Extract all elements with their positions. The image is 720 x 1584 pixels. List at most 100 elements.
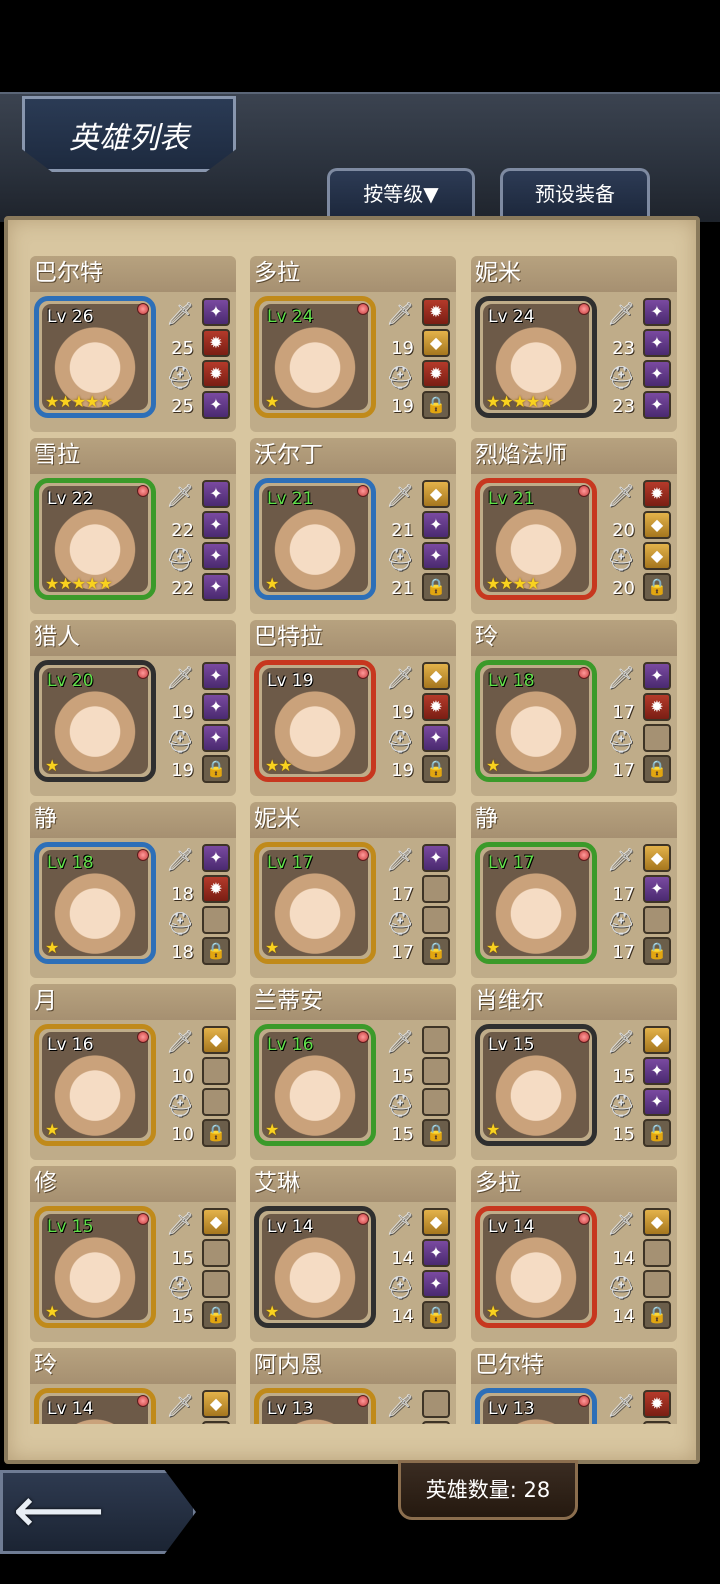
hero-portrait[interactable]: Lv 15 ★ xyxy=(34,1206,156,1328)
empty-equipment-slot[interactable] xyxy=(422,1421,450,1424)
equipment-slot[interactable]: ✹ xyxy=(202,875,230,903)
equipment-slot[interactable]: ✦ xyxy=(422,1270,450,1298)
empty-equipment-slot[interactable] xyxy=(202,1270,230,1298)
empty-equipment-slot[interactable] xyxy=(643,1270,671,1298)
hero-portrait[interactable]: Lv 14 ★ xyxy=(254,1206,376,1328)
hero-card[interactable]: 妮米 Lv 17 ★ 🗡 17 ⛑ 17 ✦ 🔒 xyxy=(250,802,456,978)
hero-portrait[interactable]: Lv 15 ★ xyxy=(475,1024,597,1146)
lock-icon[interactable]: 🔒 xyxy=(643,1119,671,1147)
hero-portrait[interactable]: Lv 18 ★ xyxy=(34,842,156,964)
empty-equipment-slot[interactable] xyxy=(422,1057,450,1085)
empty-equipment-slot[interactable] xyxy=(422,906,450,934)
sort-by-level-button[interactable]: 按等级▼ xyxy=(327,168,475,218)
hero-portrait[interactable]: Lv 16 ★ xyxy=(34,1024,156,1146)
empty-equipment-slot[interactable] xyxy=(202,1057,230,1085)
equipment-slot[interactable]: ✹ xyxy=(202,329,230,357)
equipment-slot[interactable]: ◆ xyxy=(202,1390,230,1418)
preset-equipment-button[interactable]: 预设装备 xyxy=(500,168,650,218)
hero-card[interactable]: 巴特拉 Lv 19 ★★ 🗡 19 ⛑ 19 ◆ ✹ ✦ 🔒 xyxy=(250,620,456,796)
equipment-slot[interactable]: ✦ xyxy=(422,844,450,872)
lock-icon[interactable]: 🔒 xyxy=(202,937,230,965)
empty-equipment-slot[interactable] xyxy=(202,906,230,934)
equipment-slot[interactable]: ✦ xyxy=(422,1239,450,1267)
lock-icon[interactable]: 🔒 xyxy=(422,1119,450,1147)
empty-equipment-slot[interactable] xyxy=(422,875,450,903)
hero-card[interactable]: 玲 Lv 14 🗡⛑◆ xyxy=(30,1348,236,1424)
equipment-slot[interactable]: ◆ xyxy=(422,1208,450,1236)
hero-portrait[interactable]: Lv 14 ★ xyxy=(475,1206,597,1328)
back-button[interactable]: ⟵ xyxy=(0,1470,196,1554)
equipment-slot[interactable]: ✦ xyxy=(422,724,450,752)
lock-icon[interactable]: 🔒 xyxy=(643,937,671,965)
equipment-slot[interactable]: ✹ xyxy=(643,1390,671,1418)
hero-card[interactable]: 艾琳 Lv 14 ★ 🗡 14 ⛑ 14 ◆ ✦ ✦ 🔒 xyxy=(250,1166,456,1342)
equipment-slot[interactable]: ✦ xyxy=(202,724,230,752)
equipment-slot[interactable]: ✹ xyxy=(202,360,230,388)
lock-icon[interactable]: 🔒 xyxy=(422,573,450,601)
lock-icon[interactable]: 🔒 xyxy=(643,755,671,783)
empty-equipment-slot[interactable] xyxy=(643,1239,671,1267)
hero-card[interactable]: 玲 Lv 18 ★ 🗡 17 ⛑ 17 ✦ ✹ 🔒 xyxy=(471,620,677,796)
hero-card[interactable]: 阿内恩 Lv 13 🗡⛑ xyxy=(250,1348,456,1424)
hero-card[interactable]: 兰蒂安 Lv 16 ★ 🗡 15 ⛑ 15 🔒 xyxy=(250,984,456,1160)
hero-portrait[interactable]: Lv 24 ★ xyxy=(254,296,376,418)
equipment-slot[interactable]: ✦ xyxy=(643,391,671,419)
hero-portrait[interactable]: Lv 19 ★★ xyxy=(254,660,376,782)
equipment-slot[interactable]: ✦ xyxy=(202,573,230,601)
equipment-slot[interactable]: ◆ xyxy=(643,844,671,872)
equipment-slot[interactable]: ◆ xyxy=(643,1208,671,1236)
equipment-slot[interactable]: ✦ xyxy=(202,662,230,690)
empty-equipment-slot[interactable] xyxy=(643,906,671,934)
hero-card[interactable]: 静 Lv 17 ★ 🗡 17 ⛑ 17 ◆ ✦ 🔒 xyxy=(471,802,677,978)
hero-card[interactable]: 多拉 Lv 14 ★ 🗡 14 ⛑ 14 ◆ 🔒 xyxy=(471,1166,677,1342)
hero-portrait[interactable]: Lv 21 ★ xyxy=(254,478,376,600)
equipment-slot[interactable]: ✦ xyxy=(643,360,671,388)
hero-card[interactable]: 月 Lv 16 ★ 🗡 10 ⛑ 10 ◆ 🔒 xyxy=(30,984,236,1160)
lock-icon[interactable]: 🔒 xyxy=(422,391,450,419)
equipment-slot[interactable]: ◆ xyxy=(422,480,450,508)
lock-icon[interactable]: 🔒 xyxy=(422,1301,450,1329)
equipment-slot[interactable]: ◆ xyxy=(202,1026,230,1054)
equipment-slot[interactable]: ✦ xyxy=(643,1057,671,1085)
hero-portrait[interactable]: Lv 21 ★★★★ xyxy=(475,478,597,600)
equipment-slot[interactable]: ✦ xyxy=(422,511,450,539)
equipment-slot[interactable]: ◆ xyxy=(643,511,671,539)
lock-icon[interactable]: 🔒 xyxy=(643,1301,671,1329)
lock-icon[interactable]: 🔒 xyxy=(422,937,450,965)
hero-card[interactable]: 巴尔特 Lv 13 🗡⛑✹ xyxy=(471,1348,677,1424)
hero-grid[interactable]: 巴尔特 Lv 26 ★★★★★ 🗡 25 ⛑ 25 ✦ ✹ ✹ ✦ 多拉 Lv 24 ★ 🗡 19 ⛑ 1… xyxy=(30,256,678,1424)
equipment-slot[interactable]: ✦ xyxy=(202,298,230,326)
hero-card[interactable]: 烈焰法师 Lv 21 ★★★★ 🗡 20 ⛑ 20 ✹ ◆ ◆ 🔒 xyxy=(471,438,677,614)
hero-card[interactable]: 肖维尔 Lv 15 ★ 🗡 15 ⛑ 15 ◆ ✦ ✦ 🔒 xyxy=(471,984,677,1160)
empty-equipment-slot[interactable] xyxy=(202,1239,230,1267)
equipment-slot[interactable]: ✹ xyxy=(643,693,671,721)
equipment-slot[interactable]: ✹ xyxy=(422,693,450,721)
hero-card[interactable]: 巴尔特 Lv 26 ★★★★★ 🗡 25 ⛑ 25 ✦ ✹ ✹ ✦ xyxy=(30,256,236,432)
hero-card[interactable]: 修 Lv 15 ★ 🗡 15 ⛑ 15 ◆ 🔒 xyxy=(30,1166,236,1342)
equipment-slot[interactable]: ✦ xyxy=(643,298,671,326)
equipment-slot[interactable]: ◆ xyxy=(202,1208,230,1236)
empty-equipment-slot[interactable] xyxy=(422,1390,450,1418)
hero-portrait[interactable]: Lv 16 ★ xyxy=(254,1024,376,1146)
hero-portrait[interactable]: Lv 22 ★★★★★ xyxy=(34,478,156,600)
empty-equipment-slot[interactable] xyxy=(643,724,671,752)
hero-portrait[interactable]: Lv 17 ★ xyxy=(475,842,597,964)
lock-icon[interactable]: 🔒 xyxy=(422,755,450,783)
equipment-slot[interactable]: ✦ xyxy=(643,1088,671,1116)
empty-equipment-slot[interactable] xyxy=(202,1421,230,1424)
hero-portrait[interactable]: Lv 26 ★★★★★ xyxy=(34,296,156,418)
equipment-slot[interactable]: ◆ xyxy=(643,542,671,570)
hero-portrait[interactable]: Lv 13 xyxy=(475,1388,597,1424)
equipment-slot[interactable]: ◆ xyxy=(643,1026,671,1054)
equipment-slot[interactable]: ◆ xyxy=(422,329,450,357)
equipment-slot[interactable]: ◆ xyxy=(422,662,450,690)
equipment-slot[interactable]: ✹ xyxy=(643,480,671,508)
empty-equipment-slot[interactable] xyxy=(643,1421,671,1424)
equipment-slot[interactable]: ✦ xyxy=(202,542,230,570)
equipment-slot[interactable]: ✹ xyxy=(422,298,450,326)
empty-equipment-slot[interactable] xyxy=(202,1088,230,1116)
equipment-slot[interactable]: ✦ xyxy=(643,662,671,690)
hero-card[interactable]: 静 Lv 18 ★ 🗡 18 ⛑ 18 ✦ ✹ 🔒 xyxy=(30,802,236,978)
hero-card[interactable]: 沃尔丁 Lv 21 ★ 🗡 21 ⛑ 21 ◆ ✦ ✦ 🔒 xyxy=(250,438,456,614)
lock-icon[interactable]: 🔒 xyxy=(202,755,230,783)
